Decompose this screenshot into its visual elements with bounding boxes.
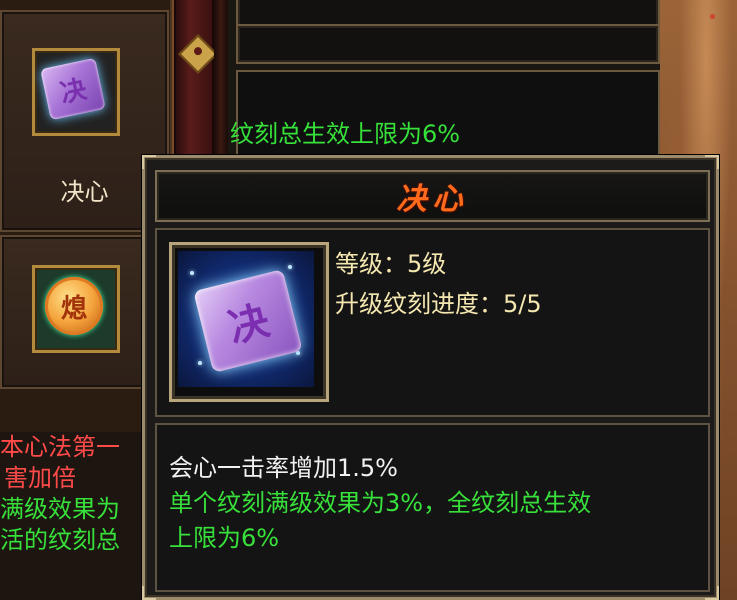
description-line: 害加倍 — [4, 464, 76, 492]
skill-icon-frame: 熄 — [32, 265, 120, 353]
tooltip-description-section: 会心一击率增加1.5% 单个纹刻满级效果为3%，全纹刻总生效 上限为6% — [155, 423, 710, 592]
note-text: 上限为6% — [169, 524, 280, 552]
xi-gem-icon: 熄 — [45, 277, 103, 335]
sparkle-icon — [198, 361, 202, 365]
note-text: 单个纹刻满级效果为3%，全纹刻总生效 — [169, 489, 592, 517]
tooltip-stats: 等级：5级 升级纹刻进度：5/5 — [335, 244, 542, 324]
level-text: 等级：5级 — [335, 250, 447, 278]
background-green-text: 纹刻总生效上限为6% — [230, 120, 461, 148]
description-line: 满级效果为 — [0, 495, 120, 523]
jue-xin-gem-icon: 决 — [40, 57, 106, 121]
skill-description-text: 本心法第一 害加倍 满级效果为 活的纹刻总 — [0, 432, 160, 600]
tooltip-title: 决心 — [396, 182, 469, 217]
description-line: 活的纹刻总 — [0, 526, 120, 554]
jue-xin-gem-icon: 决 — [193, 269, 303, 373]
corner-ornament — [142, 155, 156, 169]
description-line: 本心法第一 — [0, 433, 120, 461]
corner-ornament — [705, 155, 719, 169]
sparkle-icon — [288, 265, 292, 269]
tooltip-description: 会心一击率增加1.5% 单个纹刻满级效果为3%，全纹刻总生效 上限为6% — [169, 451, 699, 556]
tooltip-title-bar: 决心 — [155, 170, 710, 222]
sparkle-icon — [190, 271, 194, 275]
effect-text: 会心一击率增加1.5% — [169, 454, 398, 482]
icon-background: 决 — [178, 251, 314, 387]
scene-decoration — [710, 14, 715, 19]
tooltip-header-section: 决 等级：5级 升级纹刻进度：5/5 — [155, 228, 710, 417]
upgrade-progress-text: 升级纹刻进度：5/5 — [335, 290, 542, 318]
tooltip-icon-frame: 决 — [169, 242, 329, 402]
skill-icon-frame: 决 — [32, 48, 120, 136]
diamond-ornament-icon — [178, 34, 218, 74]
corner-ornament — [142, 586, 156, 600]
skill-tooltip: 决心 决 等级：5级 升级纹刻进度：5/5 会心一击率增加1.5% 单个纹刻满级… — [142, 155, 719, 600]
background-bar — [236, 24, 660, 64]
